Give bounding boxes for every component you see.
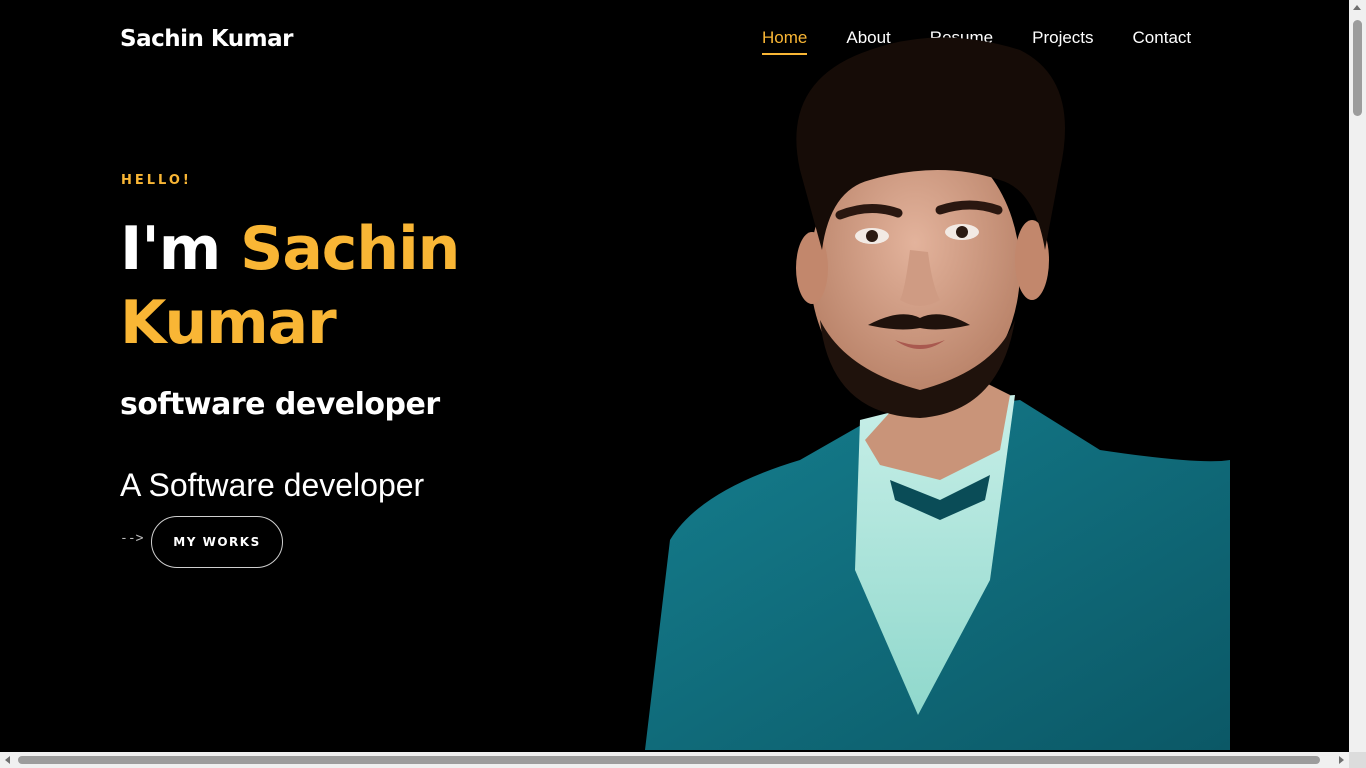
my-works-button[interactable]: MY WORKS bbox=[151, 516, 283, 568]
scroll-left-icon[interactable] bbox=[5, 756, 10, 764]
scrollbar-corner bbox=[1349, 752, 1366, 768]
hero-greeting: HELLO! bbox=[121, 173, 192, 188]
horizontal-scrollbar[interactable] bbox=[0, 752, 1349, 768]
site-logo[interactable]: Sachin Kumar bbox=[120, 26, 293, 52]
hero-tagline: A Software developer bbox=[120, 467, 425, 503]
profile-photo bbox=[645, 37, 1230, 750]
vertical-scrollbar[interactable] bbox=[1349, 0, 1366, 752]
hero-intro: I'm bbox=[120, 214, 221, 284]
arrow-icon: --> bbox=[120, 531, 144, 546]
horizontal-scroll-thumb[interactable] bbox=[18, 756, 1320, 764]
hero-role: software developer bbox=[120, 387, 440, 422]
scroll-right-icon[interactable] bbox=[1339, 756, 1344, 764]
vertical-scroll-thumb[interactable] bbox=[1353, 20, 1362, 116]
hero-headline: I'm Sachin Kumar bbox=[120, 212, 640, 360]
scroll-up-icon[interactable] bbox=[1353, 5, 1361, 10]
